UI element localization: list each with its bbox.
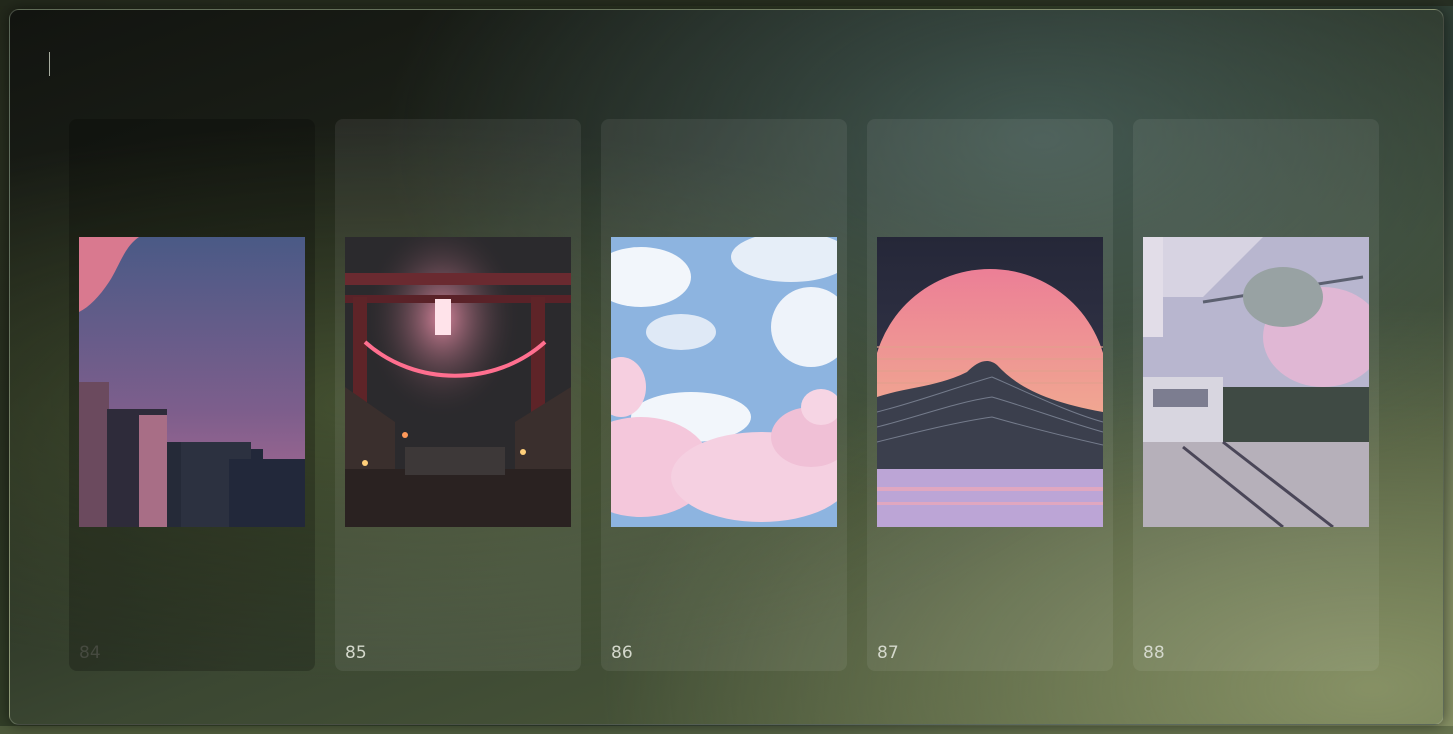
wallpaper-card-87[interactable]: 87	[867, 119, 1113, 671]
synthwave-sun-mountain-thumbnail	[877, 237, 1103, 527]
wallpaper-index: 84	[79, 643, 101, 663]
desktop-background	[0, 0, 1453, 6]
wallpaper-index: 87	[877, 643, 899, 663]
torii-gate-lantern-thumbnail	[345, 237, 571, 527]
wallpaper-card-84[interactable]: 84	[69, 119, 315, 671]
city-dusk-thumbnail	[79, 237, 305, 527]
desktop-background-bottom	[0, 726, 1453, 734]
wallpaper-card-88[interactable]: 88	[1133, 119, 1379, 671]
wallpaper-card-85[interactable]: 85	[335, 119, 581, 671]
sky-cherry-blossom-thumbnail	[611, 237, 837, 527]
wallpaper-index: 86	[611, 643, 633, 663]
wallpaper-index: 85	[345, 643, 367, 663]
wallpaper-index: 88	[1143, 643, 1165, 663]
wallpaper-picker: 84 85 86 87 88	[9, 9, 1444, 725]
train-cherry-tree-thumbnail	[1143, 237, 1369, 527]
search-input[interactable]	[49, 52, 50, 76]
wallpaper-card-86[interactable]: 86	[601, 119, 847, 671]
